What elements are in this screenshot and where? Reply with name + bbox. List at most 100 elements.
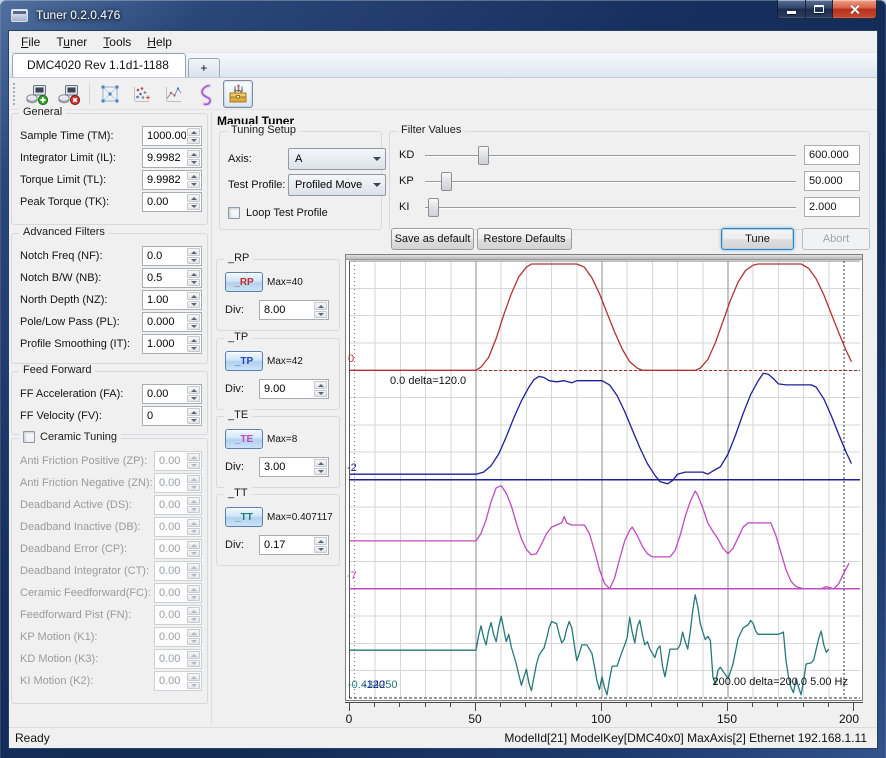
minimize-button[interactable] (777, 0, 806, 19)
spin-up-icon[interactable] (187, 150, 200, 158)
field-label: Sample Time (TM): (20, 130, 142, 142)
menu-file[interactable]: File (13, 33, 48, 51)
spin-down-icon[interactable] (187, 301, 200, 309)
maximize-icon (814, 5, 824, 13)
scope-te-div-spinbox[interactable]: 3.00 (259, 457, 329, 477)
spin-down-icon (187, 638, 200, 646)
disconnect-controller-button[interactable] (54, 80, 84, 108)
spin-up-icon[interactable] (187, 270, 200, 278)
spin-up-icon[interactable] (314, 459, 327, 467)
numeric-spinbox[interactable]: 1000.00 (142, 126, 202, 146)
toolbar-grip[interactable] (13, 83, 17, 105)
numeric-spinbox[interactable]: 0.000 (142, 312, 202, 332)
spin-down-icon[interactable] (314, 390, 327, 398)
numeric-spinbox[interactable]: 9.9982 (142, 170, 202, 190)
cursor-annotation-top: 0.0 delta=120.0 (390, 375, 466, 387)
close-button[interactable] (832, 0, 877, 19)
menu-tools[interactable]: Tools (95, 33, 139, 51)
numeric-spinbox[interactable]: 9.9982 (142, 148, 202, 168)
numeric-spinbox[interactable]: 0.00 (142, 384, 202, 404)
kd-value-box[interactable]: 600.000 (804, 145, 860, 165)
spin-up-icon[interactable] (314, 302, 327, 310)
spin-down-icon[interactable] (187, 279, 200, 287)
numeric-spinbox[interactable]: 0.0 (142, 246, 202, 266)
scatter-plot-button[interactable] (127, 80, 157, 108)
scope-rp-button[interactable]: _RP (225, 272, 263, 292)
spin-up-icon[interactable] (314, 537, 327, 545)
add-tab-button[interactable]: + (188, 58, 220, 77)
loop-test-profile-checkbox[interactable] (228, 207, 240, 219)
chart-top-scrollbar[interactable] (346, 255, 862, 260)
scope-tt-div-spinbox[interactable]: 0.17 (259, 535, 329, 555)
numeric-spinbox[interactable]: 0.00 (142, 192, 202, 212)
spin-up-icon[interactable] (187, 248, 200, 256)
spin-up-icon[interactable] (187, 386, 200, 394)
scope-tp-div-spinbox[interactable]: 9.00 (259, 379, 329, 399)
spin-down-icon[interactable] (187, 257, 200, 265)
field-label: Integrator Limit (IL): (20, 152, 142, 164)
spin-up-icon[interactable] (187, 128, 200, 136)
kp-slider[interactable] (425, 172, 796, 191)
statusbar: Ready ModelId[21] ModelKey[DMC40x0] MaxA… (9, 727, 877, 748)
numeric-spinbox[interactable]: 0.5 (142, 268, 202, 288)
line-plot-icon (162, 82, 186, 106)
spin-down-icon[interactable] (314, 311, 327, 319)
menu-tuner[interactable]: Tuner (48, 33, 95, 51)
spin-down-icon[interactable] (187, 137, 200, 145)
line-plot-button[interactable] (159, 80, 189, 108)
menu-help[interactable]: Help (139, 33, 180, 51)
spin-down-icon[interactable] (187, 323, 200, 331)
scope-rp-div-spinbox[interactable]: 8.00 (259, 300, 329, 320)
spin-down-icon[interactable] (187, 417, 200, 425)
spin-up-icon[interactable] (187, 194, 200, 202)
spin-down-icon[interactable] (187, 395, 200, 403)
ki-slider[interactable] (425, 198, 796, 217)
kd-slider-handle[interactable] (478, 146, 489, 165)
spin-down-icon[interactable] (187, 203, 200, 211)
titlebar[interactable]: Tuner 0.2.0.476 (0, 0, 886, 30)
scope-tt-title: _TT (224, 487, 252, 499)
spin-up-icon[interactable] (187, 292, 200, 300)
scope-chart[interactable]: 0 -2 -7 -0.434250 -120 0.0 delta=120.0 2… (345, 254, 863, 701)
numeric-spinbox[interactable]: 1.000 (142, 334, 202, 354)
x-axis-tick (525, 703, 526, 707)
numeric-spinbox[interactable]: 1.00 (142, 290, 202, 310)
scope-te-button[interactable]: _TE (225, 429, 263, 449)
ki-slider-handle[interactable] (428, 198, 439, 217)
spin-up-icon[interactable] (314, 381, 327, 389)
kd-slider[interactable] (425, 146, 796, 165)
spin-up-icon[interactable] (187, 336, 200, 344)
ceramic-tuning-checkbox[interactable] (23, 431, 35, 443)
test-profile-dropdown[interactable]: Profiled Move (288, 174, 386, 196)
scope-tp-button[interactable]: _TP (225, 351, 263, 371)
x-axis-tick (777, 703, 778, 707)
spin-down-icon[interactable] (314, 468, 327, 476)
spin-down-icon[interactable] (187, 345, 200, 353)
spin-up-icon[interactable] (187, 314, 200, 322)
spin-up-icon (187, 541, 200, 549)
spin-down-icon[interactable] (187, 159, 200, 167)
restore-defaults-button[interactable]: Restore Defaults (477, 228, 572, 250)
tab-dmc4020[interactable]: DMC4020 Rev 1.1d1-1188 (12, 53, 186, 77)
spin-down-icon[interactable] (187, 181, 200, 189)
kp-slider-handle[interactable] (441, 172, 452, 191)
spin-up-icon[interactable] (187, 172, 200, 180)
spin-down-icon (187, 616, 200, 624)
spin-down-icon (187, 462, 200, 470)
scope-trace-button[interactable] (191, 80, 221, 108)
kp-value-box[interactable]: 50.000 (804, 171, 860, 191)
spin-up-icon[interactable] (187, 408, 200, 416)
numeric-spinbox[interactable]: 0 (142, 406, 202, 426)
spin-down-icon (187, 682, 200, 690)
spin-down-icon[interactable] (314, 546, 327, 554)
save-as-default-button[interactable]: Save as default (391, 228, 474, 250)
ki-value-box[interactable]: 2.000 (804, 197, 860, 217)
scope-tt-button[interactable]: _TT (225, 507, 263, 527)
connect-controller-button[interactable] (22, 80, 52, 108)
toolbox-button[interactable] (223, 80, 253, 108)
field-label: KD Motion (K3): (20, 653, 154, 665)
axis-dropdown[interactable]: A (288, 148, 386, 170)
zoom-region-button[interactable] (95, 80, 125, 108)
maximize-button[interactable] (805, 0, 833, 19)
tune-button[interactable]: Tune (721, 228, 794, 250)
